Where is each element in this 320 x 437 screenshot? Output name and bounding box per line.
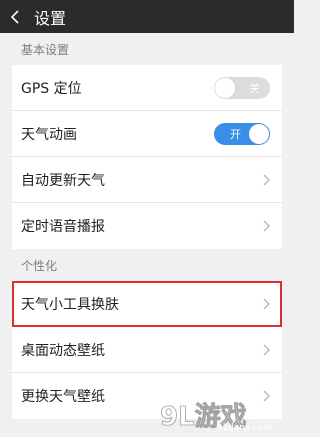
row-gps-location[interactable]: GPS 定位 关 [12, 65, 282, 111]
row-label: 桌面动态壁纸 [21, 342, 105, 359]
row-widget-skin[interactable]: 天气小工具换肤 [12, 281, 282, 327]
page-title: 设置 [34, 8, 67, 28]
settings-group-basic: GPS 定位 关 天气动画 开 自动更新天气 定时语音播报 [12, 65, 282, 249]
chevron-right-icon [262, 344, 270, 356]
back-button[interactable] [0, 0, 30, 33]
toggle-state-label: 关 [249, 81, 260, 95]
row-desktop-wallpaper[interactable]: 桌面动态壁纸 [12, 327, 282, 373]
top-bar: 设置 [0, 0, 294, 33]
section-header-personalize: 个性化 [21, 258, 58, 273]
toggle-knob [215, 77, 235, 98]
chevron-right-icon [262, 174, 270, 186]
toggle-state-label: 开 [230, 127, 241, 141]
watermark-site: 91danji.com [216, 423, 272, 433]
row-label: 定时语音播报 [21, 219, 105, 235]
watermark-logo: 9L游戏 91danji.com [158, 399, 280, 433]
row-label: 天气动画 [21, 126, 77, 143]
row-auto-update[interactable]: 自动更新天气 [12, 157, 282, 203]
chevron-left-icon [10, 9, 19, 24]
row-label: GPS 定位 [21, 80, 82, 97]
chevron-right-icon [262, 298, 270, 310]
section-header-basic: 基本设置 [21, 42, 70, 57]
row-label: 天气小工具换肤 [21, 296, 119, 313]
row-label: 自动更新天气 [21, 172, 105, 189]
chevron-right-icon [262, 220, 270, 232]
weather-animation-toggle[interactable]: 开 [214, 122, 270, 145]
row-voice-broadcast[interactable]: 定时语音播报 [12, 203, 282, 249]
row-weather-animation[interactable]: 天气动画 开 [12, 111, 282, 157]
gps-toggle[interactable]: 关 [214, 76, 270, 99]
toggle-knob [249, 123, 269, 144]
